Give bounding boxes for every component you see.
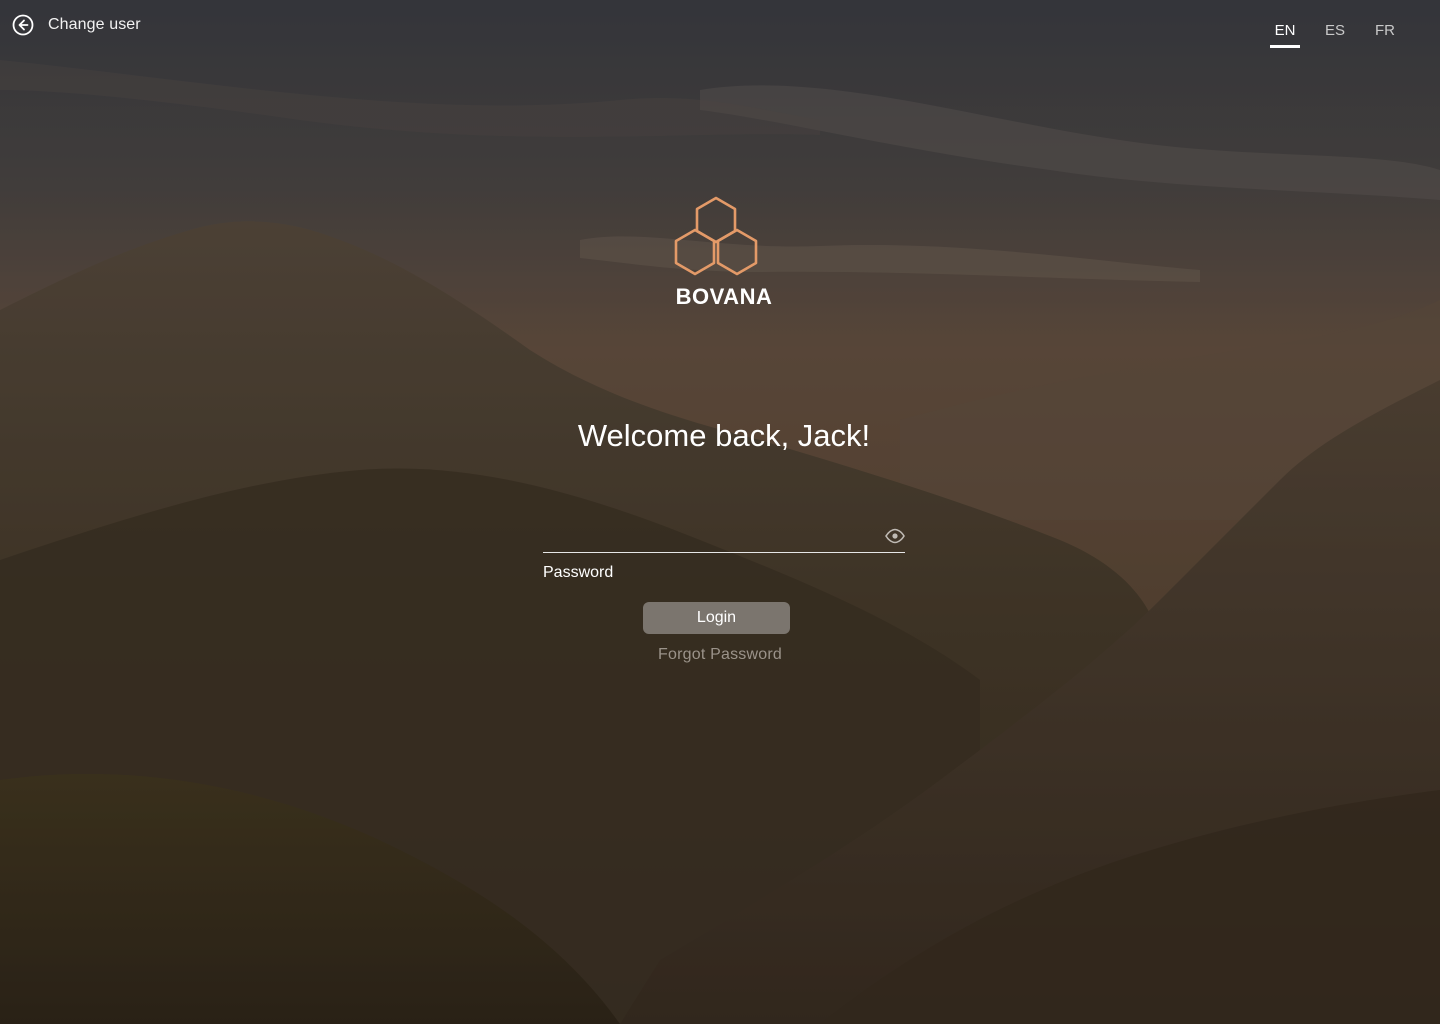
arrow-left-circle-icon xyxy=(12,14,34,36)
password-field xyxy=(543,518,905,553)
language-option-es[interactable]: ES xyxy=(1320,20,1350,48)
language-switcher: EN ES FR xyxy=(1270,20,1400,48)
language-option-en[interactable]: EN xyxy=(1270,20,1300,48)
password-label: Password xyxy=(543,564,614,581)
brand-logo: BOVANA xyxy=(0,196,1440,310)
welcome-heading: Welcome back, Jack! xyxy=(577,418,871,453)
language-option-fr[interactable]: FR xyxy=(1370,20,1400,48)
login-button[interactable]: Login xyxy=(643,602,790,634)
hexagon-cluster-icon xyxy=(674,196,758,276)
password-input[interactable] xyxy=(543,518,877,552)
change-user-button[interactable]: Change user xyxy=(12,14,141,36)
forgot-password-link[interactable]: Forgot Password xyxy=(0,646,1440,664)
change-user-label: Change user xyxy=(48,16,141,33)
mountain-background-image xyxy=(0,0,1440,1024)
login-screen: Change user EN ES FR BOVANA Welcome back… xyxy=(0,0,1440,1024)
brand-name: BOVANA xyxy=(675,284,773,309)
eye-icon[interactable] xyxy=(885,528,905,544)
